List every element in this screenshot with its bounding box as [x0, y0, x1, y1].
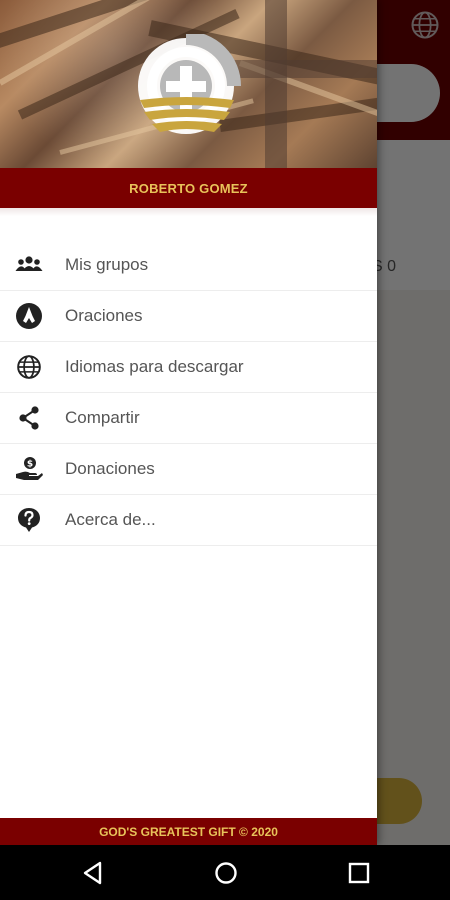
back-icon[interactable] — [79, 859, 107, 887]
footer-copyright: GOD'S GREATEST GIFT © 2020 — [99, 824, 278, 839]
drawer-footer: GOD'S GREATEST GIFT © 2020 — [0, 818, 377, 845]
svg-text:$: $ — [27, 460, 33, 470]
menu-item-label: Mis grupos — [65, 255, 149, 274]
group-icon — [14, 250, 44, 280]
menu-item-oraciones[interactable]: Oraciones — [0, 291, 377, 342]
user-name: ROBERTO GOMEZ — [129, 180, 248, 196]
share-icon — [14, 403, 44, 433]
home-icon[interactable] — [212, 859, 240, 887]
menu-item-label: Oraciones — [65, 306, 143, 325]
drawer-header-image — [0, 0, 377, 168]
menu-item-donaciones[interactable]: $ Donaciones — [0, 444, 377, 495]
globe-icon — [14, 352, 44, 382]
system-navigation-bar — [0, 845, 450, 900]
drawer-menu: Mis grupos Oraciones Idiomas para descar… — [0, 240, 377, 546]
menu-item-idiomas[interactable]: Idiomas para descargar — [0, 342, 377, 393]
praying-hands-icon — [14, 301, 44, 331]
menu-item-compartir[interactable]: Compartir — [0, 393, 377, 444]
menu-item-label: Idiomas para descargar — [65, 357, 244, 376]
recents-icon[interactable] — [345, 859, 373, 887]
navigation-drawer: ROBERTO GOMEZ Mis grupos Oraciones Idiom… — [0, 0, 377, 845]
user-name-bar: ROBERTO GOMEZ — [0, 168, 377, 208]
menu-item-label: Acerca de... — [65, 510, 156, 529]
menu-item-mis-grupos[interactable]: Mis grupos — [0, 240, 377, 291]
menu-item-label: Compartir — [65, 408, 140, 427]
menu-item-label: Donaciones — [65, 459, 155, 478]
menu-item-acerca-de[interactable]: Acerca de... — [0, 495, 377, 546]
help-icon — [14, 505, 44, 535]
app-logo — [138, 34, 241, 134]
donation-hand-icon: $ — [14, 454, 44, 484]
